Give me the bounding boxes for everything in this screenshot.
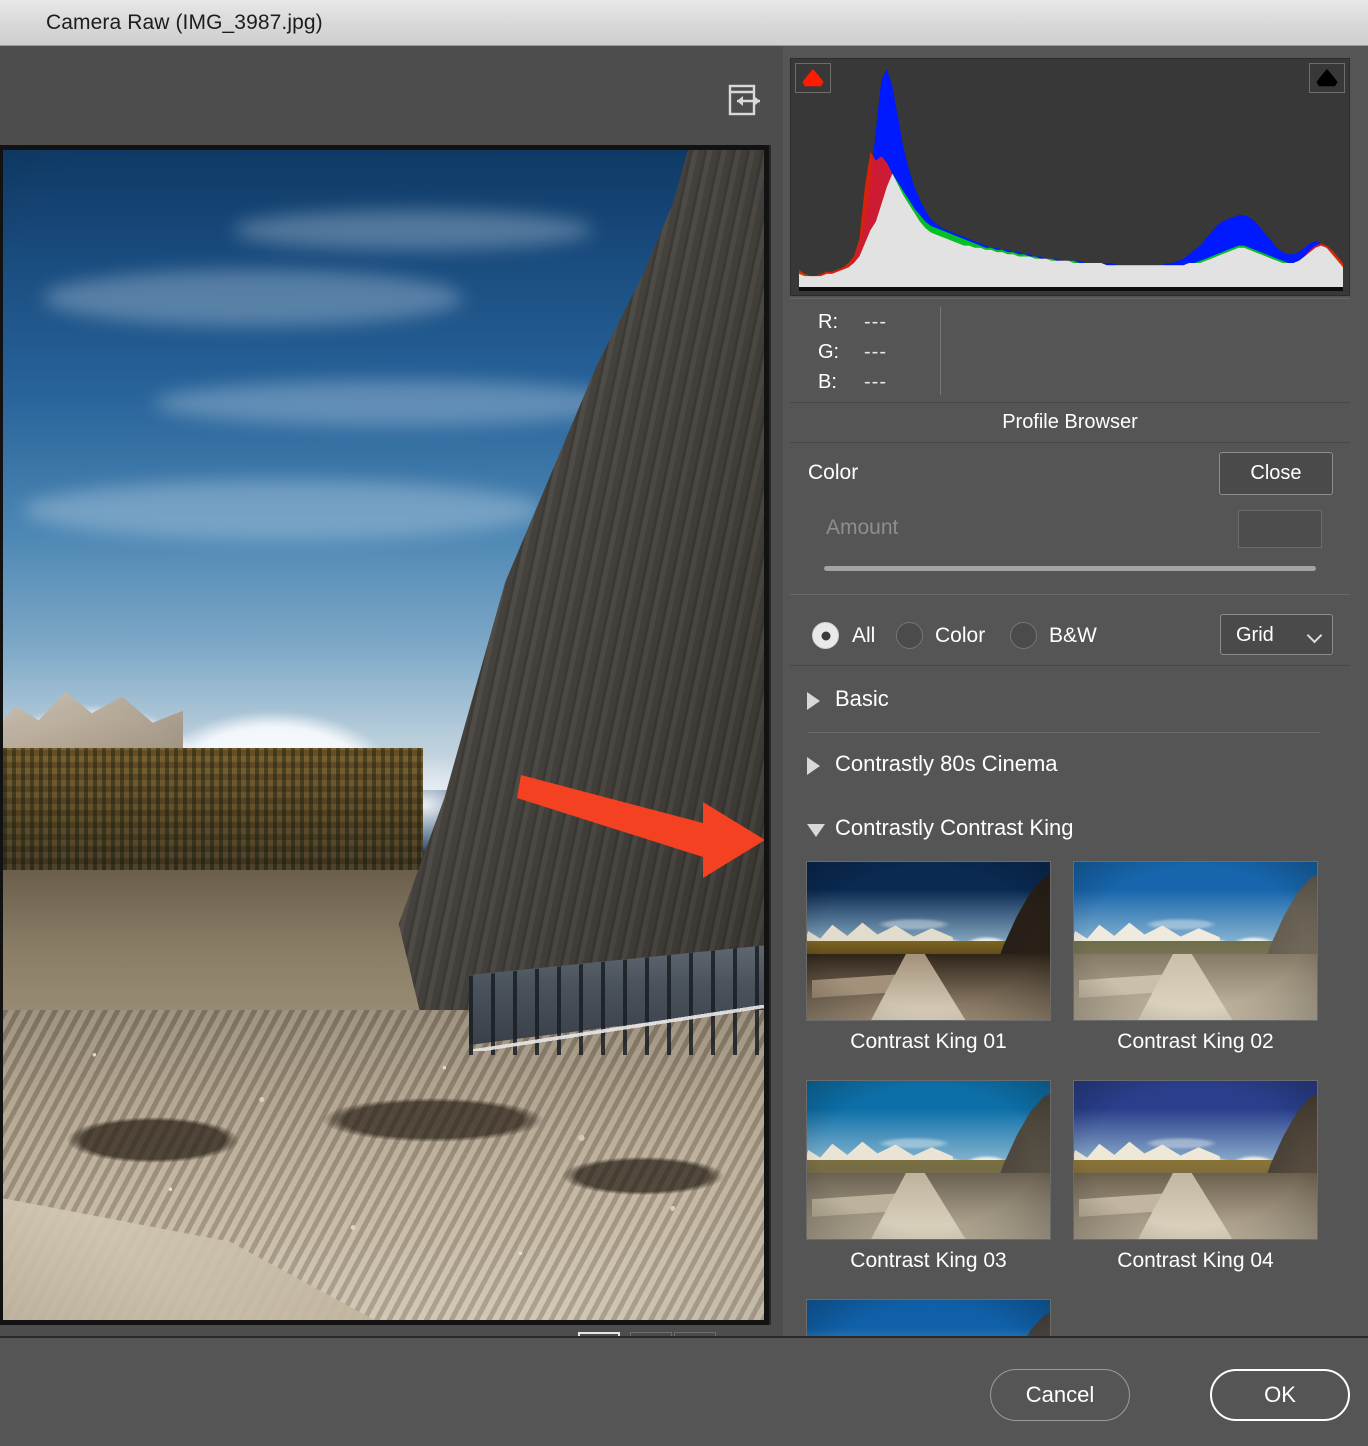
radio-label-color[interactable]: Color [935, 624, 985, 648]
profile-group-label: Contrastly 80s Cinema [835, 751, 1058, 776]
color-row: Color Close [790, 444, 1350, 504]
profile-group-label: Contrastly Contrast King [835, 815, 1074, 840]
profile-list[interactable]: Basic Contrastly 80s Cinema Contrastly C… [790, 668, 1338, 1336]
thumb-vignette [1074, 1081, 1317, 1239]
profile-thumbnail-image[interactable] [806, 861, 1051, 1021]
image-preview-pane [0, 46, 783, 1383]
histogram-chart [799, 69, 1343, 291]
toggle-panel-icon[interactable] [724, 79, 766, 121]
triangle-right-icon [807, 692, 820, 710]
ok-button[interactable]: OK [1210, 1369, 1350, 1421]
profile-thumbnail-item[interactable]: Contrast King 01 [806, 861, 1051, 1068]
profile-thumbnail-label: Contrast King 04 [1117, 1249, 1274, 1272]
profile-thumbnail-label: Contrast King 03 [850, 1249, 1007, 1272]
chevron-down-icon [1306, 627, 1323, 644]
profile-thumbnail-label: Contrast King 01 [850, 1030, 1007, 1053]
view-mode-value: Grid [1236, 624, 1274, 646]
window-title-bar: Camera Raw (IMG_3987.jpg) [0, 0, 1368, 46]
highlight-clipping-toggle[interactable] [1309, 63, 1345, 93]
amount-row: Amount [790, 504, 1350, 586]
rgb-channel-label-b: B: [818, 371, 837, 393]
profile-thumbnail-item[interactable] [806, 1299, 1051, 1336]
radio-bw[interactable] [1010, 622, 1037, 649]
color-label: Color [808, 461, 859, 484]
histogram-panel [790, 58, 1350, 296]
thumb-vignette [807, 1300, 1050, 1336]
profile-filter-row: All Color B&W Grid [790, 606, 1350, 666]
radio-color[interactable] [896, 622, 923, 649]
profile-thumbnail-label: Contrast King 02 [1117, 1030, 1274, 1053]
rgb-value-b: --- [864, 371, 887, 393]
radio-label-all[interactable]: All [852, 624, 875, 648]
shadow-clipping-toggle[interactable] [795, 63, 831, 93]
profile-group-basic[interactable]: Basic [790, 668, 1338, 732]
amount-input[interactable] [1238, 510, 1322, 548]
profile-thumbnail-item[interactable]: Contrast King 02 [1073, 861, 1318, 1068]
profile-thumbnail-image[interactable] [806, 1299, 1051, 1336]
photo-canvas[interactable] [3, 150, 764, 1320]
thumb-vignette [807, 1081, 1050, 1239]
rgb-readout: R: --- G: --- B: --- [790, 298, 1350, 403]
triangle-down-icon [807, 824, 825, 837]
profile-thumbnail-image[interactable] [1073, 861, 1318, 1021]
triangle-right-icon [807, 757, 820, 775]
profile-group-label: Basic [835, 686, 889, 711]
amount-label: Amount [826, 516, 899, 539]
amount-slider[interactable] [824, 566, 1316, 571]
section-divider [790, 594, 1350, 595]
radio-label-bw[interactable]: B&W [1049, 624, 1097, 648]
image-top-toolbar [0, 51, 783, 145]
profile-browser-title: Profile Browser [790, 403, 1350, 443]
rgb-value-r: --- [864, 311, 887, 333]
cancel-button[interactable]: Cancel [990, 1369, 1130, 1421]
profile-thumbnail-item[interactable]: Contrast King 04 [1073, 1080, 1318, 1287]
dialog-footer: Cancel OK [0, 1336, 1368, 1446]
close-button[interactable]: Close [1219, 452, 1333, 495]
right-settings-pane: R: --- G: --- B: --- Profile Browser Col… [790, 46, 1368, 1336]
profile-group-contrast-king[interactable]: Contrastly Contrast King [790, 797, 1338, 861]
photo-frame [0, 145, 771, 1325]
rgb-value-g: --- [864, 341, 887, 363]
annotation-arrow-icon [517, 775, 764, 878]
profile-thumbnail-item[interactable]: Contrast King 03 [806, 1080, 1051, 1287]
view-mode-select[interactable]: Grid [1220, 614, 1333, 655]
profile-group-80s-cinema[interactable]: Contrastly 80s Cinema [790, 733, 1338, 797]
shadow-clipping-triangle-icon [802, 69, 824, 87]
thumb-vignette [807, 862, 1050, 1020]
rgb-channel-label-r: R: [818, 311, 838, 333]
highlight-clipping-triangle-icon [1316, 69, 1338, 87]
radio-all[interactable] [812, 622, 839, 649]
profile-thumbnail-image[interactable] [806, 1080, 1051, 1240]
window-title: Camera Raw (IMG_3987.jpg) [46, 11, 323, 34]
rgb-divider [940, 307, 941, 395]
profile-thumbnail-grid: Contrast King 01 Contrast King 02 Contrast… [790, 861, 1338, 1336]
camera-raw-dialog: R: --- G: --- B: --- Profile Browser Col… [0, 46, 1368, 1446]
thumb-vignette [1074, 862, 1317, 1020]
profile-thumbnail-image[interactable] [1073, 1080, 1318, 1240]
rgb-channel-label-g: G: [818, 341, 840, 363]
